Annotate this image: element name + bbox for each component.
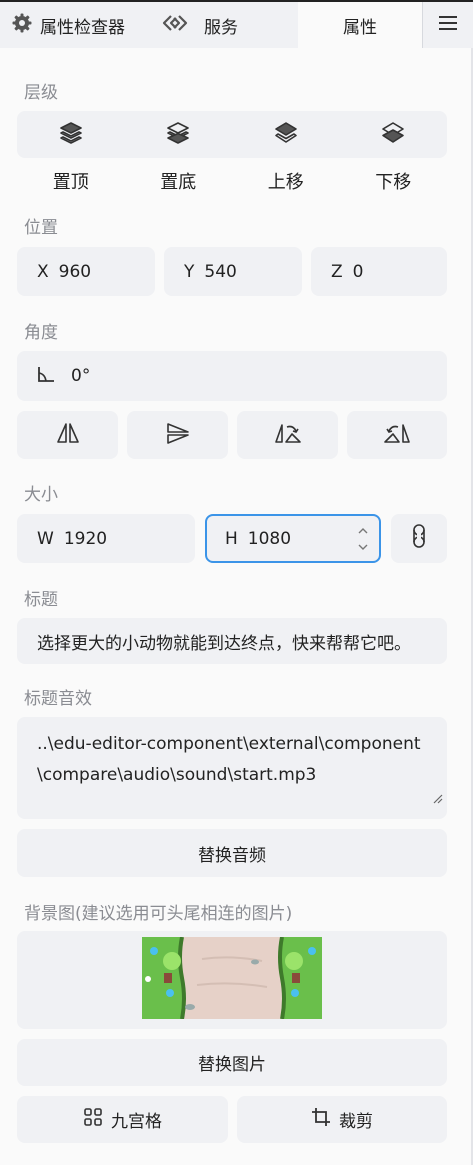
- position-section-label: 位置: [24, 218, 58, 238]
- move-down-label[interactable]: 下移: [340, 168, 448, 194]
- title-value[interactable]: 选择更大的小动物就能到达终点，快来帮帮它吧。: [37, 629, 411, 654]
- position-z-field[interactable]: Z 0: [311, 247, 447, 296]
- gear-icon: [12, 13, 32, 38]
- rotate-right-button[interactable]: [347, 411, 447, 459]
- flip-vertical-button[interactable]: [127, 411, 228, 459]
- angle-value[interactable]: 0°: [71, 366, 90, 386]
- menu-button[interactable]: [422, 2, 473, 48]
- rotate-right-icon: [382, 421, 412, 450]
- y-value[interactable]: 540: [204, 262, 236, 282]
- angle-section-label: 角度: [24, 323, 58, 343]
- x-label: X: [37, 261, 49, 282]
- flip-horizontal-icon: [55, 421, 81, 450]
- size-width-field[interactable]: W 1920: [17, 514, 195, 563]
- replace-audio-button[interactable]: 替换音频: [17, 829, 447, 877]
- replace-audio-label: 替换音频: [198, 845, 266, 866]
- crop-icon: [311, 1107, 331, 1132]
- layers-bottom-icon: [165, 120, 191, 150]
- crop-button[interactable]: 裁剪: [237, 1096, 447, 1143]
- w-label: W: [37, 528, 54, 549]
- layer-section-label: 层级: [24, 83, 58, 103]
- x-value[interactable]: 960: [59, 262, 91, 282]
- title-input[interactable]: 选择更大的小动物就能到达终点，快来帮帮它吧。: [17, 618, 447, 664]
- nine-grid-button[interactable]: 九宫格: [17, 1096, 228, 1143]
- grid-icon: [83, 1107, 103, 1132]
- nine-grid-label: 九宫格: [111, 1112, 162, 1132]
- flip-horizontal-button[interactable]: [17, 411, 118, 459]
- w-value[interactable]: 1920: [64, 529, 107, 549]
- tab-service[interactable]: 服务: [150, 2, 298, 48]
- size-section-label: 大小: [24, 485, 58, 505]
- y-label: Y: [184, 261, 195, 282]
- background-thumbnail-image: [142, 936, 322, 1023]
- title-sound-section-label: 标题音效: [24, 689, 92, 709]
- tab-properties[interactable]: 属性: [298, 2, 422, 48]
- background-preview[interactable]: [17, 931, 447, 1029]
- layer-down-icon: [380, 120, 406, 150]
- size-height-field[interactable]: H 1080: [205, 514, 381, 563]
- hamburger-menu-icon: [439, 15, 457, 36]
- crop-label: 裁剪: [339, 1112, 373, 1132]
- angle-icon: [37, 365, 55, 388]
- lock-ratio-button[interactable]: [391, 514, 447, 563]
- replace-image-label: 替换图片: [198, 1055, 266, 1075]
- z-value[interactable]: 0: [353, 262, 364, 282]
- layer-button-labels: 置顶 置底 上移 下移: [17, 168, 447, 194]
- h-value[interactable]: 1080: [248, 529, 291, 549]
- rotate-left-button[interactable]: [237, 411, 338, 459]
- background-section-label: 背景图(建议选用可头尾相连的图片): [24, 904, 293, 924]
- chain-link-icon: [412, 523, 426, 554]
- resize-grip-icon[interactable]: [431, 784, 443, 815]
- bring-to-front-label[interactable]: 置顶: [17, 168, 125, 194]
- send-to-back-label[interactable]: 置底: [125, 168, 233, 194]
- tab-inspector-label: 属性检查器: [40, 17, 125, 38]
- z-label: Z: [331, 261, 343, 282]
- layer-buttons-group: [17, 111, 447, 158]
- move-down-button[interactable]: [340, 111, 448, 158]
- h-label: H: [225, 528, 238, 549]
- spinner-icon[interactable]: [357, 524, 369, 559]
- flip-vertical-icon: [165, 421, 191, 450]
- title-sound-path-textarea[interactable]: ..\edu-editor-component\external\compone…: [17, 717, 447, 819]
- tab-inspector[interactable]: 属性检查器: [0, 2, 150, 48]
- title-sound-path-value[interactable]: ..\edu-editor-component\external\compone…: [37, 734, 421, 785]
- bring-to-front-button[interactable]: [17, 111, 125, 158]
- tab-bar: 属性检查器 服务 属性: [0, 0, 473, 48]
- rotate-left-icon: [273, 421, 303, 450]
- replace-image-button[interactable]: 替换图片: [17, 1039, 447, 1086]
- link-icon: [162, 14, 188, 37]
- layers-top-icon: [58, 120, 84, 150]
- move-up-label[interactable]: 上移: [232, 168, 340, 194]
- tab-properties-label: 属性: [343, 17, 377, 38]
- tab-service-label: 服务: [204, 17, 238, 38]
- angle-field[interactable]: 0°: [17, 351, 447, 401]
- move-up-button[interactable]: [232, 111, 340, 158]
- title-section-label: 标题: [24, 590, 58, 610]
- position-x-field[interactable]: X 960: [17, 247, 155, 296]
- position-y-field[interactable]: Y 540: [164, 247, 302, 296]
- send-to-back-button[interactable]: [125, 111, 233, 158]
- layer-up-icon: [273, 120, 299, 150]
